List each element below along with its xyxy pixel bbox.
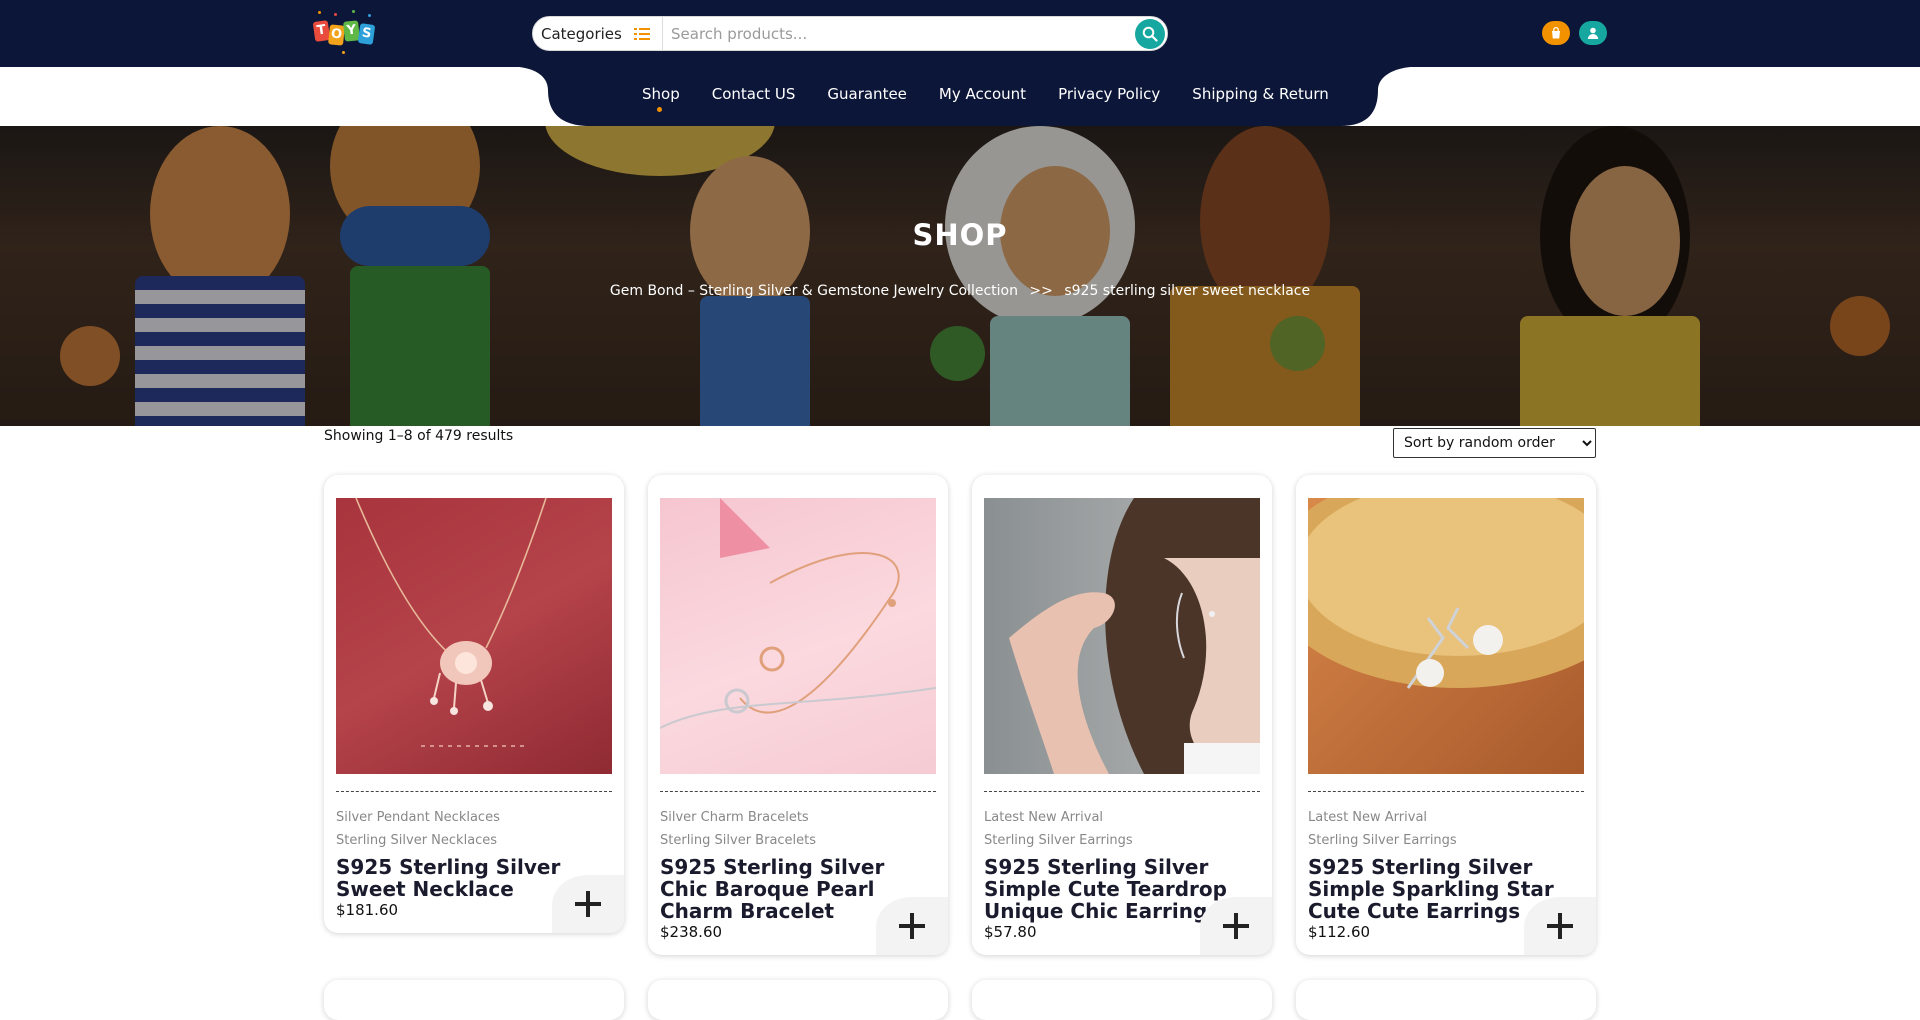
product-price: $238.60 xyxy=(660,923,723,941)
product-card[interactable] xyxy=(972,980,1272,1020)
plus-icon xyxy=(575,891,601,917)
plus-icon xyxy=(1547,913,1573,939)
product-image[interactable] xyxy=(984,498,1260,774)
product-image[interactable] xyxy=(660,498,936,774)
search-bar: Categories xyxy=(532,16,1168,51)
necklace-image xyxy=(355,498,547,747)
product-category[interactable]: Sterling Silver Earrings xyxy=(984,833,1133,848)
hero-banner: SHOP Gem Bond – Sterling Silver & Gemsto… xyxy=(0,126,1920,426)
card-divider xyxy=(1308,791,1584,792)
add-to-cart-button[interactable] xyxy=(1524,897,1596,955)
list-icon xyxy=(633,27,650,40)
card-divider xyxy=(984,791,1260,792)
search-input[interactable] xyxy=(671,17,1111,50)
main-nav: Shop Contact US Guarantee My Account Pri… xyxy=(642,85,1361,112)
product-price: $181.60 xyxy=(336,901,399,919)
product-card[interactable] xyxy=(1296,980,1596,1020)
top-header: T O Y S Categories xyxy=(0,0,1920,67)
results-count: Showing 1–8 of 479 results xyxy=(324,428,514,444)
pearl-earrings-image xyxy=(1308,498,1584,689)
logo-letter-s: S xyxy=(357,23,376,45)
nav-privacy-policy[interactable]: Privacy Policy xyxy=(1058,85,1160,109)
nav-my-account[interactable]: My Account xyxy=(939,85,1026,109)
site-logo[interactable]: T O Y S xyxy=(312,9,378,59)
nav-guarantee[interactable]: Guarantee xyxy=(827,85,907,109)
plus-icon xyxy=(1223,913,1249,939)
product-card[interactable]: Latest New Arrival Sterling Silver Earri… xyxy=(972,475,1272,955)
card-divider xyxy=(336,791,612,792)
add-to-cart-button[interactable] xyxy=(1200,897,1272,955)
account-button[interactable] xyxy=(1579,21,1607,45)
product-category[interactable]: Sterling Silver Necklaces xyxy=(336,833,497,848)
add-to-cart-button[interactable] xyxy=(552,875,624,933)
categories-button[interactable]: Categories xyxy=(533,17,663,50)
nav-shop[interactable]: Shop xyxy=(642,85,680,112)
sort-select[interactable]: Sort by random order xyxy=(1393,428,1596,458)
plus-icon xyxy=(899,913,925,939)
product-category[interactable]: Sterling Silver Bracelets xyxy=(660,833,816,848)
product-image[interactable] xyxy=(1308,498,1584,774)
breadcrumb-separator: >> xyxy=(1029,283,1053,299)
categories-label: Categories xyxy=(541,24,622,43)
cart-button[interactable] xyxy=(1542,21,1570,45)
bracelet-image xyxy=(660,498,936,729)
product-price: $57.80 xyxy=(984,923,1037,941)
product-category[interactable]: Silver Pendant Necklaces xyxy=(336,810,500,825)
product-category[interactable]: Silver Charm Bracelets xyxy=(660,810,809,825)
page-title: SHOP xyxy=(912,218,1008,252)
product-card[interactable] xyxy=(648,980,948,1020)
product-category[interactable]: Latest New Arrival xyxy=(1308,810,1427,825)
product-category[interactable]: Sterling Silver Earrings xyxy=(1308,833,1457,848)
earring-model-image xyxy=(1009,498,1260,774)
user-icon xyxy=(1587,27,1599,39)
breadcrumb-current: s925 sterling silver sweet necklace xyxy=(1064,283,1311,299)
product-image[interactable] xyxy=(336,498,612,774)
add-to-cart-button[interactable] xyxy=(876,897,948,955)
nav-shop-label: Shop xyxy=(642,85,680,103)
product-price: $112.60 xyxy=(1308,923,1371,941)
product-card[interactable] xyxy=(324,980,624,1020)
nav-shipping-return[interactable]: Shipping & Return xyxy=(1192,85,1328,109)
shopping-bag-icon xyxy=(1552,26,1560,39)
card-divider xyxy=(660,791,936,792)
breadcrumb-home-link[interactable]: Gem Bond – Sterling Silver & Gemstone Je… xyxy=(610,283,1018,299)
breadcrumb: Gem Bond – Sterling Silver & Gemstone Je… xyxy=(0,283,1920,299)
product-card[interactable]: Latest New Arrival Sterling Silver Earri… xyxy=(1296,475,1596,955)
active-indicator xyxy=(657,107,662,112)
hero-overlay xyxy=(0,126,1920,426)
search-icon xyxy=(1142,26,1158,42)
search-button[interactable] xyxy=(1135,19,1165,49)
logo-letter-o: O xyxy=(327,24,346,46)
product-card[interactable]: Silver Charm Bracelets Sterling Silver B… xyxy=(648,475,948,955)
product-category[interactable]: Latest New Arrival xyxy=(984,810,1103,825)
nav-contact-us[interactable]: Contact US xyxy=(712,85,796,109)
product-card[interactable]: Silver Pendant Necklaces Sterling Silver… xyxy=(324,475,624,933)
